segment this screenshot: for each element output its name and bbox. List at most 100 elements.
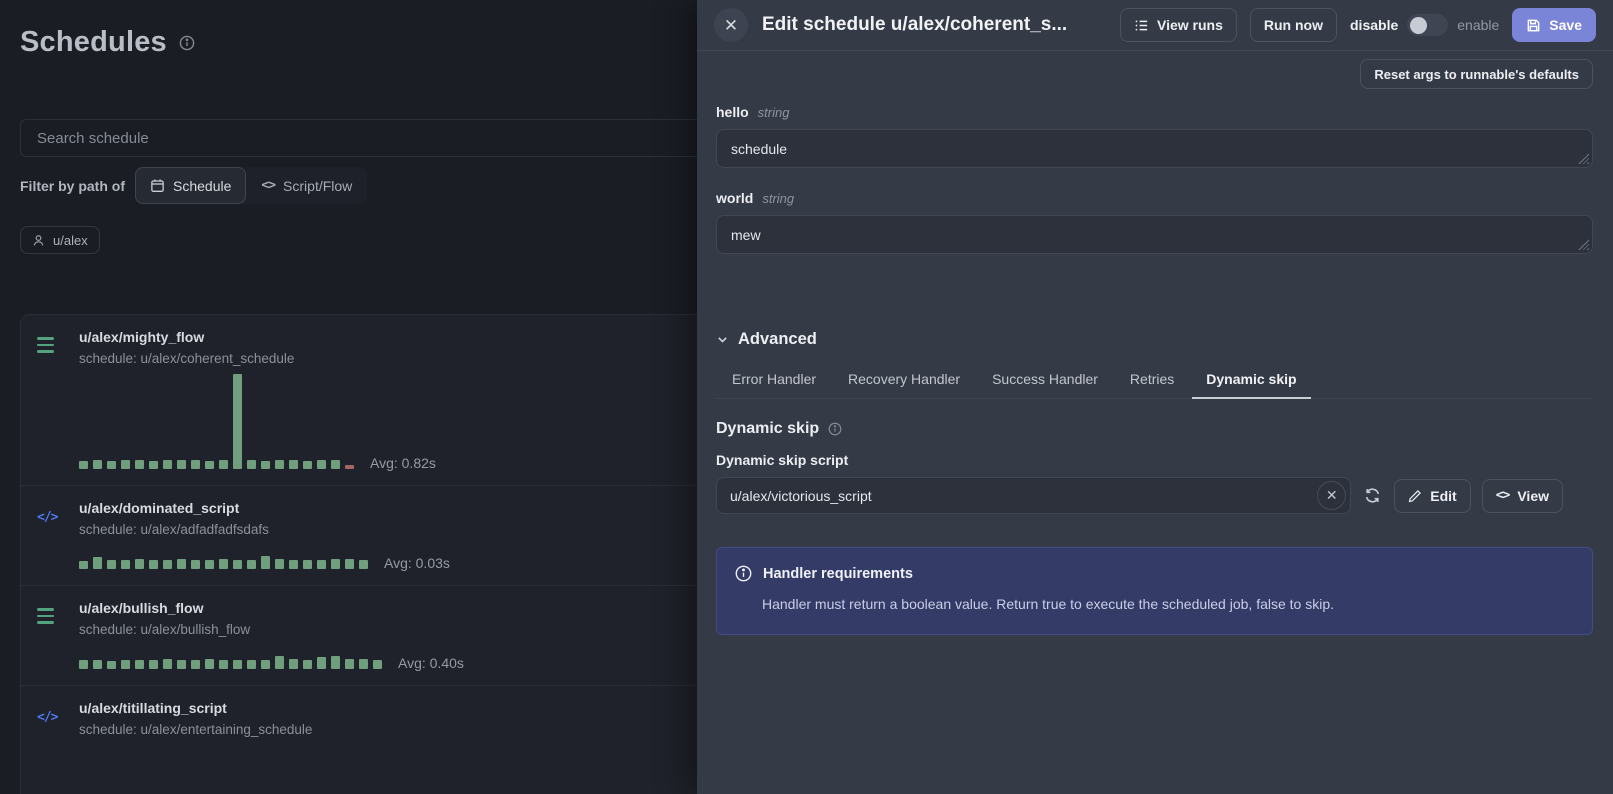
run-bar[interactable] (247, 560, 256, 569)
tab-success-handler[interactable]: Success Handler (978, 363, 1112, 399)
enable-toggle[interactable] (1407, 14, 1448, 36)
run-bar[interactable] (121, 660, 130, 669)
run-bar[interactable] (93, 460, 102, 469)
arg-value-input[interactable] (716, 129, 1593, 168)
run-bar[interactable] (303, 461, 312, 469)
run-bar[interactable] (289, 560, 298, 569)
run-bar[interactable] (275, 460, 284, 469)
run-bar[interactable] (107, 661, 116, 669)
run-bar[interactable] (233, 660, 242, 669)
run-bar[interactable] (163, 560, 172, 569)
enable-toggle-group: disable enable (1350, 14, 1499, 36)
run-bar[interactable] (289, 460, 298, 469)
run-bar[interactable] (93, 557, 102, 569)
run-bar[interactable] (317, 657, 326, 669)
reset-args-label: Reset args to runnable's defaults (1374, 67, 1579, 82)
advanced-tabs: Error HandlerRecovery HandlerSuccess Han… (716, 363, 1593, 399)
view-script-button[interactable]: <> View (1482, 479, 1563, 513)
run-bar[interactable] (233, 560, 242, 569)
run-bar[interactable] (191, 560, 200, 569)
close-drawer-button[interactable]: ✕ (714, 8, 748, 42)
run-bar[interactable] (359, 659, 368, 669)
run-bar[interactable] (205, 461, 214, 469)
run-bar[interactable] (331, 460, 340, 469)
run-bar[interactable] (205, 560, 214, 569)
run-bar[interactable] (261, 556, 270, 569)
run-bar[interactable] (191, 460, 200, 469)
run-bar[interactable] (135, 660, 144, 669)
run-bar[interactable] (177, 559, 186, 569)
tab-recovery-handler[interactable]: Recovery Handler (834, 363, 974, 399)
run-bar[interactable] (135, 559, 144, 569)
run-bar[interactable] (331, 559, 340, 569)
avg-runtime-label: Avg: 0.40s (398, 655, 464, 671)
owner-filter-chip[interactable]: u/alex (20, 226, 100, 254)
script-icon: </> (37, 500, 65, 569)
tab-error-handler[interactable]: Error Handler (718, 363, 830, 399)
view-runs-button[interactable]: View runs (1120, 8, 1237, 42)
run-bar[interactable] (219, 460, 228, 469)
run-now-button[interactable]: Run now (1250, 8, 1337, 42)
run-bar[interactable] (261, 461, 270, 469)
run-bar[interactable] (93, 660, 102, 669)
run-bar[interactable] (373, 660, 382, 669)
filter-schedule-button[interactable]: Schedule (135, 167, 246, 204)
run-bar[interactable] (345, 559, 354, 569)
save-button[interactable]: Save (1512, 8, 1596, 42)
run-bar[interactable] (149, 461, 158, 469)
run-bar[interactable] (303, 660, 312, 669)
run-bar[interactable] (233, 374, 242, 469)
run-bar[interactable] (191, 660, 200, 669)
run-bar[interactable] (163, 460, 172, 469)
advanced-section-toggle[interactable]: Advanced (716, 330, 1593, 349)
run-bar[interactable] (107, 560, 116, 569)
run-bar[interactable] (205, 659, 214, 669)
run-bar[interactable] (149, 660, 158, 669)
run-bar[interactable] (121, 560, 130, 569)
reset-args-button[interactable]: Reset args to runnable's defaults (1360, 59, 1593, 89)
run-bar[interactable] (247, 660, 256, 669)
run-bar[interactable] (317, 560, 326, 569)
run-bar[interactable] (247, 460, 256, 469)
tab-retries[interactable]: Retries (1116, 363, 1188, 399)
run-bar[interactable] (219, 559, 228, 569)
run-bar[interactable] (177, 660, 186, 669)
run-bar[interactable] (345, 465, 354, 469)
run-bar[interactable] (219, 660, 228, 669)
tab-dynamic-skip[interactable]: Dynamic skip (1192, 363, 1310, 399)
run-bar[interactable] (275, 656, 284, 669)
run-bar[interactable] (275, 559, 284, 569)
run-bar[interactable] (261, 660, 270, 669)
handler-requirements-body: Handler must return a boolean value. Ret… (762, 595, 1574, 615)
run-bar[interactable] (289, 659, 298, 669)
edit-script-button[interactable]: Edit (1394, 479, 1470, 513)
info-icon[interactable] (828, 422, 842, 436)
arg-value-input[interactable] (716, 215, 1593, 254)
run-bar[interactable] (303, 560, 312, 569)
filter-by-path-label: Filter by path of (20, 178, 125, 194)
arg-name: hello (716, 104, 749, 120)
close-icon: ✕ (724, 17, 738, 34)
run-bar[interactable] (317, 460, 326, 469)
run-bar[interactable] (135, 460, 144, 469)
run-bar[interactable] (79, 461, 88, 469)
run-bar[interactable] (163, 659, 172, 669)
run-bar[interactable] (345, 659, 354, 669)
dynamic-skip-script-input[interactable] (716, 477, 1351, 514)
dynamic-skip-script-label: Dynamic skip script (716, 452, 1593, 468)
filter-script-flow-label: Script/Flow (283, 178, 352, 194)
refresh-script-button[interactable] (1362, 485, 1383, 506)
run-bar[interactable] (79, 561, 88, 569)
run-bar[interactable] (149, 560, 158, 569)
run-bar[interactable] (177, 460, 186, 469)
run-bar[interactable] (107, 461, 116, 469)
run-bar[interactable] (121, 460, 130, 469)
save-label: Save (1549, 17, 1582, 33)
run-bar[interactable] (79, 660, 88, 669)
run-bar[interactable] (331, 656, 340, 669)
filter-script-flow-button[interactable]: <> Script/Flow (246, 167, 367, 204)
toggle-knob (1410, 17, 1427, 34)
calendar-icon (150, 178, 165, 193)
run-bar[interactable] (359, 560, 368, 569)
info-icon[interactable] (179, 35, 195, 51)
